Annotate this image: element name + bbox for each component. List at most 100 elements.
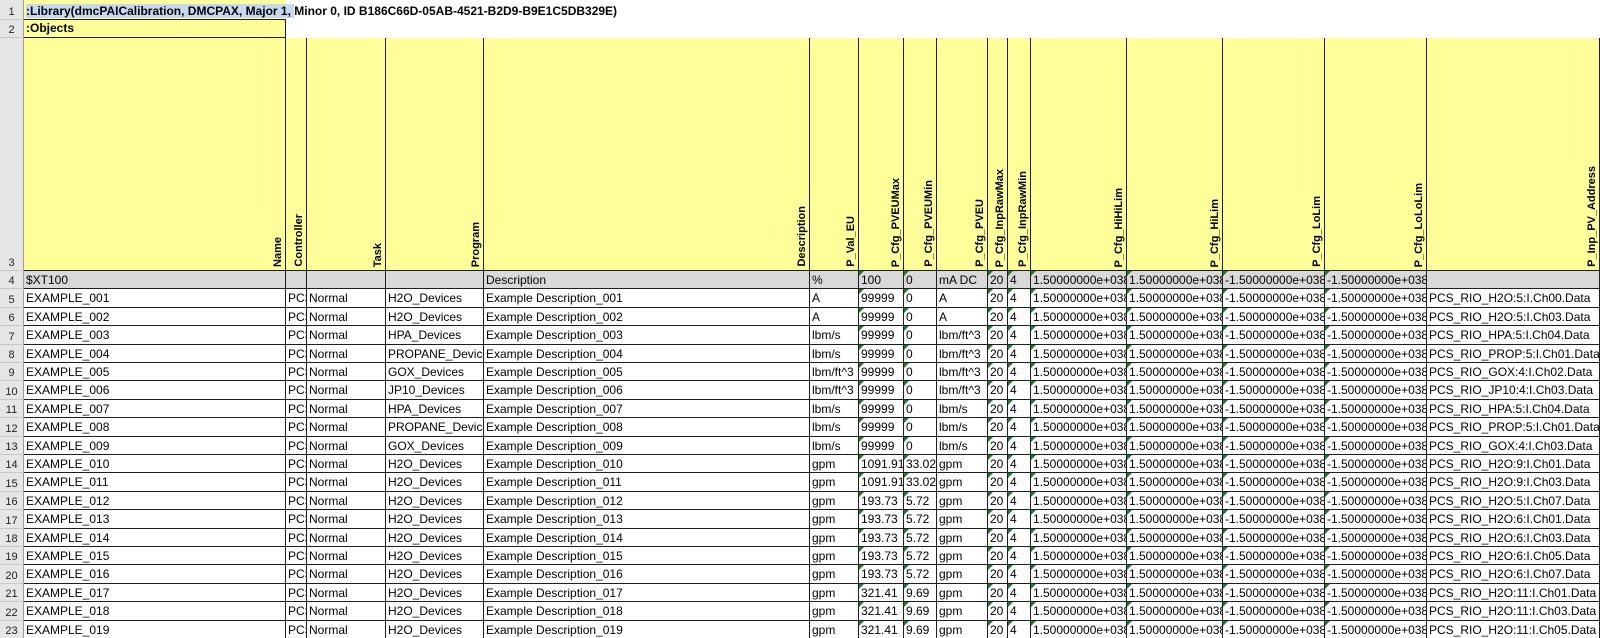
table-cell-name[interactable]: EXAMPLE_011 bbox=[24, 473, 286, 492]
column-header-p-cfg-inprawmin[interactable]: P_Cfg_InpRawMin bbox=[1008, 38, 1031, 271]
table-cell-p-cfg-hihilim[interactable]: 1.50000000e+038 bbox=[1031, 565, 1127, 584]
table-cell-p-cfg-hihilim[interactable]: 1.50000000e+038 bbox=[1031, 326, 1127, 345]
table-cell-p-cfg-inprawmax[interactable]: 20 bbox=[988, 491, 1008, 511]
table-cell-p-cfg-pveu[interactable]: lbm/s bbox=[937, 436, 988, 455]
table-cell-description[interactable]: Example Description_014 bbox=[484, 528, 810, 547]
table-cell-p-cfg-hilim[interactable]: 1.50000000e+038 bbox=[1127, 602, 1223, 621]
table-cell-p-cfg-lololim[interactable]: -1.50000000e+038 bbox=[1325, 326, 1427, 345]
table-cell-task[interactable]: Normal bbox=[307, 326, 386, 345]
table-cell-p-cfg-pveumax[interactable]: 99999 bbox=[859, 418, 904, 437]
table-cell-p-cfg-inprawmin[interactable]: 4 bbox=[1008, 583, 1031, 603]
table-cell-p-val-eu[interactable]: gpm bbox=[810, 583, 859, 603]
table-cell-p-val-eu[interactable]: lbm/ft^3 bbox=[810, 363, 859, 382]
table-cell-p-cfg-lololim[interactable]: -1.50000000e+038 bbox=[1325, 620, 1427, 638]
table-cell-p-cfg-pveumin[interactable]: 9.69 bbox=[904, 620, 937, 638]
table-cell-p-inp-pv-address[interactable]: PCS_RIO_H2O:6:I.Ch01.Data bbox=[1427, 510, 1600, 529]
table-cell-p-cfg-inprawmax[interactable]: 20 bbox=[988, 583, 1008, 603]
objects-cell[interactable]: :Objects bbox=[24, 20, 286, 38]
table-cell-program[interactable]: H2O_Devices bbox=[386, 528, 484, 547]
table-cell-controller[interactable]: PCS bbox=[286, 381, 307, 400]
table-cell-p-cfg-inprawmin[interactable]: 4 bbox=[1008, 547, 1031, 566]
table-cell-controller[interactable]: PCS bbox=[286, 620, 307, 638]
table-cell-task[interactable]: Normal bbox=[307, 491, 386, 511]
table-cell-p-cfg-lololim[interactable]: -1.50000000e+038 bbox=[1325, 528, 1427, 547]
table-cell-description[interactable]: Example Description_016 bbox=[484, 565, 810, 584]
table-cell-p-cfg-inprawmax[interactable]: 20 bbox=[988, 418, 1008, 437]
template-cell-p-cfg-hihilim[interactable]: 1.50000000e+038 bbox=[1031, 271, 1127, 290]
table-cell-p-cfg-lolim[interactable]: -1.50000000e+038 bbox=[1223, 491, 1325, 511]
row-header-3[interactable]: 3 bbox=[0, 38, 24, 271]
table-cell-program[interactable]: H2O_Devices bbox=[386, 307, 484, 327]
table-cell-p-cfg-pveumin[interactable]: 0 bbox=[904, 436, 937, 455]
table-cell-p-inp-pv-address[interactable]: PCS_RIO_H2O:11:I.Ch03.Data bbox=[1427, 602, 1600, 621]
table-cell-p-inp-pv-address[interactable]: PCS_RIO_HPA:5:I.Ch04.Data bbox=[1427, 399, 1600, 419]
row-header-2[interactable]: 2 bbox=[0, 20, 24, 38]
table-cell-controller[interactable]: PCS bbox=[286, 565, 307, 584]
table-cell-controller[interactable]: PCS bbox=[286, 344, 307, 363]
table-cell-p-cfg-pveumin[interactable]: 0 bbox=[904, 307, 937, 327]
table-cell-p-inp-pv-address[interactable]: PCS_RIO_GOX:4:I.Ch03.Data bbox=[1427, 436, 1600, 455]
row-header-7[interactable]: 7 bbox=[0, 326, 24, 345]
table-cell-p-cfg-pveumin[interactable]: 5.72 bbox=[904, 491, 937, 511]
table-cell-p-val-eu[interactable]: lbm/ft^3 bbox=[810, 381, 859, 400]
table-cell-p-cfg-hilim[interactable]: 1.50000000e+038 bbox=[1127, 399, 1223, 419]
table-cell-p-cfg-pveu[interactable]: lbm/ft^3 bbox=[937, 344, 988, 363]
table-cell-p-cfg-pveumax[interactable]: 193.73 bbox=[859, 491, 904, 511]
row-header-12[interactable]: 12 bbox=[0, 418, 24, 437]
row-header-16[interactable]: 16 bbox=[0, 491, 24, 511]
table-cell-p-inp-pv-address[interactable]: PCS_RIO_H2O:11:I.Ch01.Data bbox=[1427, 583, 1600, 603]
table-cell-p-cfg-pveu[interactable]: lbm/s bbox=[937, 418, 988, 437]
table-cell-p-cfg-inprawmin[interactable]: 4 bbox=[1008, 363, 1031, 382]
row-header-14[interactable]: 14 bbox=[0, 455, 24, 474]
table-cell-p-cfg-lololim[interactable]: -1.50000000e+038 bbox=[1325, 289, 1427, 308]
table-cell-p-cfg-pveumin[interactable]: 5.72 bbox=[904, 510, 937, 529]
table-cell-task[interactable]: Normal bbox=[307, 602, 386, 621]
table-cell-p-cfg-pveumin[interactable]: 33.02 bbox=[904, 473, 937, 492]
template-cell-controller[interactable] bbox=[286, 271, 307, 290]
table-cell-p-cfg-lololim[interactable]: -1.50000000e+038 bbox=[1325, 510, 1427, 529]
table-cell-p-cfg-lolim[interactable]: -1.50000000e+038 bbox=[1223, 455, 1325, 474]
table-cell-description[interactable]: Example Description_003 bbox=[484, 326, 810, 345]
table-cell-description[interactable]: Example Description_017 bbox=[484, 583, 810, 603]
table-cell-name[interactable]: EXAMPLE_006 bbox=[24, 381, 286, 400]
table-cell-name[interactable]: EXAMPLE_005 bbox=[24, 363, 286, 382]
row-header-11[interactable]: 11 bbox=[0, 399, 24, 419]
table-cell-p-cfg-lolim[interactable]: -1.50000000e+038 bbox=[1223, 344, 1325, 363]
table-cell-p-cfg-pveu[interactable]: lbm/ft^3 bbox=[937, 363, 988, 382]
table-cell-p-cfg-lolim[interactable]: -1.50000000e+038 bbox=[1223, 326, 1325, 345]
table-cell-name[interactable]: EXAMPLE_015 bbox=[24, 547, 286, 566]
table-cell-p-cfg-lolim[interactable]: -1.50000000e+038 bbox=[1223, 620, 1325, 638]
column-header-p-cfg-hilim[interactable]: P_Cfg_HiLim bbox=[1127, 38, 1223, 271]
table-cell-p-cfg-inprawmin[interactable]: 4 bbox=[1008, 289, 1031, 308]
table-cell-description[interactable]: Example Description_010 bbox=[484, 455, 810, 474]
template-cell-p-cfg-pveu[interactable]: mA DC bbox=[937, 271, 988, 290]
table-cell-p-cfg-inprawmax[interactable]: 20 bbox=[988, 565, 1008, 584]
table-cell-p-cfg-hilim[interactable]: 1.50000000e+038 bbox=[1127, 289, 1223, 308]
table-cell-p-cfg-hihilim[interactable]: 1.50000000e+038 bbox=[1031, 491, 1127, 511]
table-cell-p-inp-pv-address[interactable]: PCS_RIO_H2O:6:I.Ch05.Data bbox=[1427, 547, 1600, 566]
table-cell-p-cfg-hilim[interactable]: 1.50000000e+038 bbox=[1127, 528, 1223, 547]
table-cell-name[interactable]: EXAMPLE_010 bbox=[24, 455, 286, 474]
table-cell-p-val-eu[interactable]: gpm bbox=[810, 473, 859, 492]
table-cell-p-cfg-pveumax[interactable]: 99999 bbox=[859, 436, 904, 455]
table-cell-p-val-eu[interactable]: gpm bbox=[810, 510, 859, 529]
table-cell-description[interactable]: Example Description_018 bbox=[484, 602, 810, 621]
column-header-p-inp-pv-address[interactable]: P_Inp_PV_Address bbox=[1427, 38, 1600, 271]
table-cell-task[interactable]: Normal bbox=[307, 399, 386, 419]
table-cell-p-cfg-hilim[interactable]: 1.50000000e+038 bbox=[1127, 381, 1223, 400]
table-cell-p-cfg-inprawmax[interactable]: 20 bbox=[988, 602, 1008, 621]
table-cell-p-cfg-lololim[interactable]: -1.50000000e+038 bbox=[1325, 455, 1427, 474]
table-cell-p-cfg-pveumax[interactable]: 99999 bbox=[859, 307, 904, 327]
column-header-p-cfg-inprawmax[interactable]: P_Cfg_InpRawMax bbox=[988, 38, 1008, 271]
table-cell-task[interactable]: Normal bbox=[307, 510, 386, 529]
table-cell-p-cfg-pveumax[interactable]: 99999 bbox=[859, 381, 904, 400]
table-cell-p-cfg-lololim[interactable]: -1.50000000e+038 bbox=[1325, 436, 1427, 455]
template-cell-p-cfg-lololim[interactable]: -1.50000000e+038 bbox=[1325, 271, 1427, 290]
table-cell-name[interactable]: EXAMPLE_016 bbox=[24, 565, 286, 584]
table-cell-p-cfg-inprawmin[interactable]: 4 bbox=[1008, 491, 1031, 511]
table-cell-task[interactable]: Normal bbox=[307, 436, 386, 455]
table-cell-p-cfg-hilim[interactable]: 1.50000000e+038 bbox=[1127, 326, 1223, 345]
table-cell-p-cfg-inprawmin[interactable]: 4 bbox=[1008, 344, 1031, 363]
table-cell-name[interactable]: EXAMPLE_012 bbox=[24, 491, 286, 511]
row-header-20[interactable]: 20 bbox=[0, 565, 24, 584]
